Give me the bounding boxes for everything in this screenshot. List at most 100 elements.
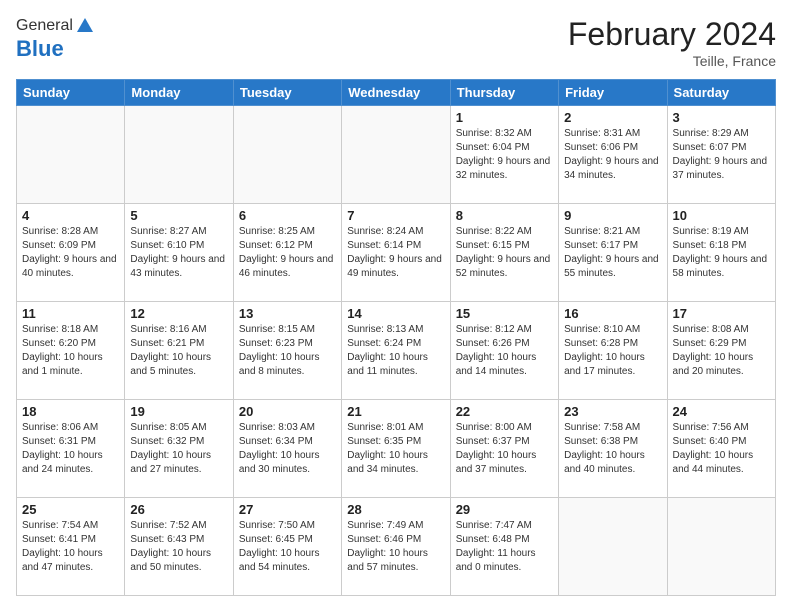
calendar-cell: 13 Sunrise: 8:15 AM Sunset: 6:23 PM Dayli…: [233, 302, 341, 400]
day-number: 18: [22, 404, 119, 419]
day-info: Sunrise: 8:08 AM Sunset: 6:29 PM Dayligh…: [673, 323, 770, 379]
title-area: February 2024 Teille, France: [568, 16, 776, 69]
calendar-cell: 14 Sunrise: 8:13 AM Sunset: 6:24 PM Dayli…: [342, 302, 450, 400]
location: Teille, France: [568, 53, 776, 69]
day-number: 20: [239, 404, 336, 419]
calendar-cell: 15 Sunrise: 8:12 AM Sunset: 6:26 PM Dayli…: [450, 302, 558, 400]
calendar-cell: 19Sunrise: 8:05 AM Sunset: 6:32 PM Dayli…: [125, 400, 233, 498]
day-number: 26: [130, 502, 227, 517]
day-number: 25: [22, 502, 119, 517]
calendar-cell: [17, 106, 125, 204]
day-info: Sunrise: 8:18 AM Sunset: 6:20 PM Dayligh…: [22, 323, 119, 379]
day-number: 2: [564, 110, 661, 125]
calendar-cell: 4 Sunrise: 8:28 AM Sunset: 6:09 PM Daylig…: [17, 204, 125, 302]
day-number: 5: [130, 208, 227, 223]
day-info: Sunrise: 7:49 AM Sunset: 6:46 PM Dayligh…: [347, 519, 444, 575]
day-info: Sunrise: 8:03 AM Sunset: 6:34 PM Dayligh…: [239, 421, 336, 477]
calendar-cell: 29 Sunrise: 7:47 AM Sunset: 6:48 PM Dayli…: [450, 498, 558, 596]
calendar-cell: 25 Sunrise: 7:54 AM Sunset: 6:41 PM Dayli…: [17, 498, 125, 596]
calendar-week-row: 4 Sunrise: 8:28 AM Sunset: 6:09 PM Daylig…: [17, 204, 776, 302]
day-info: Sunrise: 8:01 AM Sunset: 6:35 PM Dayligh…: [347, 421, 444, 477]
calendar-cell: 20 Sunrise: 8:03 AM Sunset: 6:34 PM Dayli…: [233, 400, 341, 498]
calendar-cell: [667, 498, 775, 596]
day-info: Sunrise: 7:52 AM Sunset: 6:43 PM Dayligh…: [130, 519, 227, 575]
day-number: 27: [239, 502, 336, 517]
col-wednesday: Wednesday: [342, 80, 450, 106]
day-number: 12: [130, 306, 227, 321]
col-saturday: Saturday: [667, 80, 775, 106]
calendar-cell: 3 Sunrise: 8:29 AM Sunset: 6:07 PM Daylig…: [667, 106, 775, 204]
logo-general-text: General: [16, 17, 73, 35]
day-number: 11: [22, 306, 119, 321]
day-number: 8: [456, 208, 553, 223]
day-number: 1: [456, 110, 553, 125]
day-number: 16: [564, 306, 661, 321]
day-info: Sunrise: 8:29 AM Sunset: 6:07 PM Dayligh…: [673, 127, 770, 183]
day-number: 23: [564, 404, 661, 419]
day-info: Sunrise: 8:15 AM Sunset: 6:23 PM Dayligh…: [239, 323, 336, 379]
calendar-week-row: 1Sunrise: 8:32 AM Sunset: 6:04 PM Daylig…: [17, 106, 776, 204]
logo-icon: [75, 16, 95, 36]
calendar-cell: 27 Sunrise: 7:50 AM Sunset: 6:45 PM Dayli…: [233, 498, 341, 596]
calendar-cell: 9 Sunrise: 8:21 AM Sunset: 6:17 PM Daylig…: [559, 204, 667, 302]
day-info: Sunrise: 8:19 AM Sunset: 6:18 PM Dayligh…: [673, 225, 770, 281]
calendar-cell: [559, 498, 667, 596]
calendar-header-row: Sunday Monday Tuesday Wednesday Thursday…: [17, 80, 776, 106]
calendar-cell: [342, 106, 450, 204]
day-info: Sunrise: 8:24 AM Sunset: 6:14 PM Dayligh…: [347, 225, 444, 281]
calendar-week-row: 25 Sunrise: 7:54 AM Sunset: 6:41 PM Dayli…: [17, 498, 776, 596]
day-number: 10: [673, 208, 770, 223]
day-number: 22: [456, 404, 553, 419]
day-info: Sunrise: 8:31 AM Sunset: 6:06 PM Dayligh…: [564, 127, 661, 183]
day-info: Sunrise: 8:05 AM Sunset: 6:32 PM Dayligh…: [130, 421, 227, 477]
day-info: Sunrise: 8:12 AM Sunset: 6:26 PM Dayligh…: [456, 323, 553, 379]
day-info: Sunrise: 8:21 AM Sunset: 6:17 PM Dayligh…: [564, 225, 661, 281]
day-info: Sunrise: 8:22 AM Sunset: 6:15 PM Dayligh…: [456, 225, 553, 281]
day-info: Sunrise: 7:47 AM Sunset: 6:48 PM Dayligh…: [456, 519, 553, 575]
month-year: February 2024: [568, 16, 776, 53]
col-thursday: Thursday: [450, 80, 558, 106]
day-info: Sunrise: 7:56 AM Sunset: 6:40 PM Dayligh…: [673, 421, 770, 477]
calendar-cell: 23Sunrise: 7:58 AM Sunset: 6:38 PM Dayli…: [559, 400, 667, 498]
day-number: 4: [22, 208, 119, 223]
calendar-cell: 16Sunrise: 8:10 AM Sunset: 6:28 PM Dayli…: [559, 302, 667, 400]
calendar-week-row: 18 Sunrise: 8:06 AM Sunset: 6:31 PM Dayli…: [17, 400, 776, 498]
calendar-cell: 2 Sunrise: 8:31 AM Sunset: 6:06 PM Daylig…: [559, 106, 667, 204]
col-tuesday: Tuesday: [233, 80, 341, 106]
calendar-cell: 24 Sunrise: 7:56 AM Sunset: 6:40 PM Dayli…: [667, 400, 775, 498]
calendar-cell: 26 Sunrise: 7:52 AM Sunset: 6:43 PM Dayli…: [125, 498, 233, 596]
day-info: Sunrise: 7:54 AM Sunset: 6:41 PM Dayligh…: [22, 519, 119, 575]
day-number: 3: [673, 110, 770, 125]
day-info: Sunrise: 8:06 AM Sunset: 6:31 PM Dayligh…: [22, 421, 119, 477]
day-number: 29: [456, 502, 553, 517]
calendar-cell: 6Sunrise: 8:25 AM Sunset: 6:12 PM Daylig…: [233, 204, 341, 302]
page: General Blue February 2024 Teille, Franc…: [0, 0, 792, 612]
logo-blue-text: Blue: [16, 36, 64, 61]
day-info: Sunrise: 8:16 AM Sunset: 6:21 PM Dayligh…: [130, 323, 227, 379]
calendar-cell: 5Sunrise: 8:27 AM Sunset: 6:10 PM Daylig…: [125, 204, 233, 302]
day-info: Sunrise: 8:00 AM Sunset: 6:37 PM Dayligh…: [456, 421, 553, 477]
day-number: 14: [347, 306, 444, 321]
calendar-cell: 11 Sunrise: 8:18 AM Sunset: 6:20 PM Dayli…: [17, 302, 125, 400]
day-number: 21: [347, 404, 444, 419]
calendar-cell: 1Sunrise: 8:32 AM Sunset: 6:04 PM Daylig…: [450, 106, 558, 204]
day-number: 28: [347, 502, 444, 517]
day-number: 15: [456, 306, 553, 321]
calendar-cell: [233, 106, 341, 204]
calendar-cell: 17 Sunrise: 8:08 AM Sunset: 6:29 PM Dayli…: [667, 302, 775, 400]
day-number: 13: [239, 306, 336, 321]
day-info: Sunrise: 8:28 AM Sunset: 6:09 PM Dayligh…: [22, 225, 119, 281]
col-monday: Monday: [125, 80, 233, 106]
day-info: Sunrise: 8:13 AM Sunset: 6:24 PM Dayligh…: [347, 323, 444, 379]
day-info: Sunrise: 7:50 AM Sunset: 6:45 PM Dayligh…: [239, 519, 336, 575]
day-number: 17: [673, 306, 770, 321]
calendar-cell: 21 Sunrise: 8:01 AM Sunset: 6:35 PM Dayli…: [342, 400, 450, 498]
calendar-cell: 28 Sunrise: 7:49 AM Sunset: 6:46 PM Dayli…: [342, 498, 450, 596]
calendar-week-row: 11 Sunrise: 8:18 AM Sunset: 6:20 PM Dayli…: [17, 302, 776, 400]
header: General Blue February 2024 Teille, Franc…: [16, 16, 776, 69]
col-sunday: Sunday: [17, 80, 125, 106]
day-number: 9: [564, 208, 661, 223]
day-number: 6: [239, 208, 336, 223]
calendar-cell: 18 Sunrise: 8:06 AM Sunset: 6:31 PM Dayli…: [17, 400, 125, 498]
day-number: 24: [673, 404, 770, 419]
